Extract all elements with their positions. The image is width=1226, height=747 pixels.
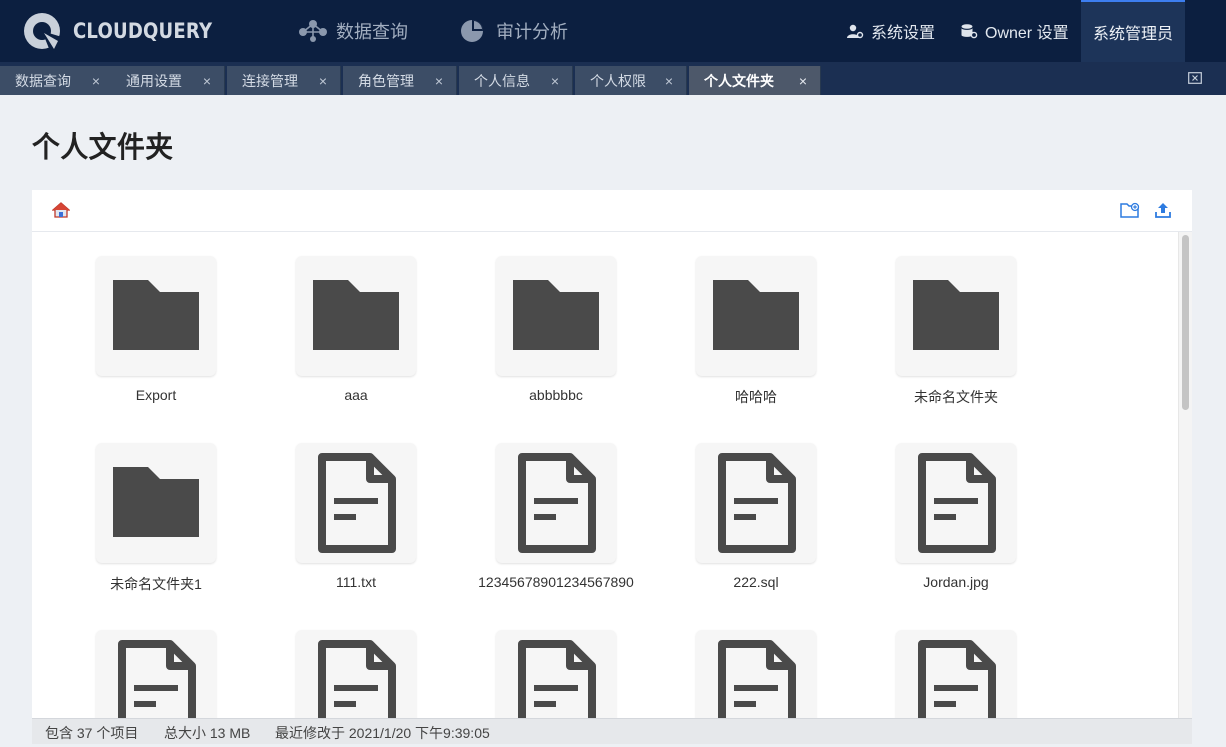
tab-label: 连接管理 — [242, 72, 298, 89]
file-item[interactable] — [232, 606, 432, 718]
folder-icon — [96, 443, 216, 563]
tab-label: 通用设置 — [126, 72, 182, 89]
tab-label: 角色管理 — [358, 72, 414, 89]
document-icon — [896, 630, 1016, 718]
top-header: CLOUDQUERY 数据查询 审计分析 系统设置 Owner 设置 系统管理员 — [0, 0, 1226, 62]
document-icon — [696, 630, 816, 718]
folder-item[interactable]: aaa — [232, 232, 432, 403]
status-item-count: 包含 37 个项目 — [45, 725, 139, 741]
user-role-label: 系统管理员 — [1092, 26, 1173, 43]
nav-audit-analysis[interactable]: 审计分析 — [458, 0, 568, 62]
vertical-scrollbar[interactable] — [1178, 232, 1192, 718]
folder-item[interactable]: Export — [32, 232, 232, 403]
status-last-modified: 最近修改于 2021/1/20 下午9:39:05 — [275, 725, 490, 741]
network-icon — [299, 20, 327, 42]
nav-audit-analysis-label: 审计分析 — [496, 22, 568, 42]
file-item[interactable]: 222.sql — [632, 419, 832, 590]
document-icon — [296, 630, 416, 718]
close-icon[interactable]: × — [799, 73, 807, 89]
tab-role-management[interactable]: 角色管理 × — [343, 66, 457, 95]
tab-label: 数据查询 — [15, 72, 71, 89]
nav-system-settings-label: 系统设置 — [871, 25, 936, 42]
tab-personal-info[interactable]: 个人信息 × — [459, 66, 573, 95]
folder-icon — [896, 256, 1016, 376]
file-item[interactable]: 12345678901234567890 — [432, 419, 634, 590]
nav-data-query-label: 数据查询 — [336, 22, 408, 42]
tab-data-query[interactable]: 数据查询 × — [0, 66, 114, 95]
nav-owner-settings[interactable]: Owner 设置 — [960, 0, 1069, 62]
document-icon — [496, 443, 616, 563]
tab-label: 个人文件夹 — [704, 72, 774, 89]
tab-general-settings[interactable]: 通用设置 × — [111, 66, 225, 95]
status-bar: 包含 37 个项目 总大小 13 MB 最近修改于 2021/1/20 下午9:… — [32, 718, 1192, 744]
file-item[interactable]: Jordan.jpg — [832, 419, 1032, 590]
document-icon — [896, 443, 1016, 563]
close-icon[interactable]: × — [319, 73, 327, 89]
document-icon — [296, 443, 416, 563]
new-folder-icon[interactable] — [1120, 201, 1140, 219]
home-icon[interactable] — [52, 201, 70, 219]
document-icon — [696, 443, 816, 563]
tab-personal-folder[interactable]: 个人文件夹 × — [689, 66, 821, 95]
nav-system-settings[interactable]: 系统设置 — [846, 0, 935, 62]
cloudquery-logo-icon — [24, 13, 62, 51]
close-icon[interactable]: × — [551, 73, 559, 89]
file-item[interactable] — [432, 606, 632, 718]
logo-text: CLOUDQUERY — [73, 19, 213, 43]
folder-icon — [696, 256, 816, 376]
folder-icon — [96, 256, 216, 376]
file-grid: Export aaa abbbbbc 哈哈哈 未命名文件夹 未命名文件夹1 11… — [32, 232, 1178, 718]
tab-strip: 数据查询 × 通用设置 × 连接管理 × 角色管理 × 个人信息 × 个人权限 … — [0, 62, 1226, 95]
tab-connection-management[interactable]: 连接管理 × — [227, 66, 341, 95]
folder-icon — [496, 256, 616, 376]
item-name: Jordan.jpg — [923, 574, 989, 590]
nav-owner-settings-label: Owner 设置 — [985, 25, 1069, 42]
file-item[interactable] — [32, 606, 232, 718]
file-toolbar — [32, 190, 1192, 232]
close-icon[interactable]: × — [665, 73, 673, 89]
page-title: 个人文件夹 — [32, 130, 174, 164]
close-all-tabs-icon[interactable] — [1188, 72, 1202, 84]
folder-icon — [296, 256, 416, 376]
close-icon[interactable]: × — [92, 73, 100, 89]
folder-item[interactable]: 哈哈哈 — [632, 232, 832, 405]
folder-item[interactable]: 未命名文件夹 — [832, 232, 1032, 405]
nav-data-query[interactable]: 数据查询 — [298, 0, 408, 62]
tab-label: 个人信息 — [474, 72, 530, 89]
scrollbar-thumb[interactable] — [1182, 235, 1189, 410]
tab-label: 个人权限 — [590, 72, 646, 89]
pie-chart-icon — [461, 20, 483, 42]
app-logo[interactable]: CLOUDQUERY — [22, 11, 235, 51]
file-item[interactable] — [832, 606, 1032, 718]
close-icon[interactable]: × — [203, 73, 211, 89]
file-browser-panel: Export aaa abbbbbc 哈哈哈 未命名文件夹 未命名文件夹1 11… — [32, 190, 1192, 718]
upload-icon[interactable] — [1154, 201, 1172, 219]
file-item[interactable] — [632, 606, 832, 718]
file-item[interactable]: 111.txt — [232, 419, 432, 590]
document-icon — [496, 630, 616, 718]
folder-item[interactable]: abbbbbc — [432, 232, 632, 403]
item-name: 未命名文件夹 — [914, 389, 998, 405]
tab-personal-permissions[interactable]: 个人权限 × — [575, 66, 687, 95]
document-icon — [96, 630, 216, 718]
user-menu-admin[interactable]: 系统管理员 — [1081, 0, 1185, 62]
close-icon[interactable]: × — [435, 73, 443, 89]
database-settings-icon — [961, 24, 978, 39]
status-total-size: 总大小 13 MB — [164, 725, 251, 741]
user-settings-icon — [847, 24, 864, 39]
folder-item[interactable]: 未命名文件夹1 — [32, 419, 232, 592]
